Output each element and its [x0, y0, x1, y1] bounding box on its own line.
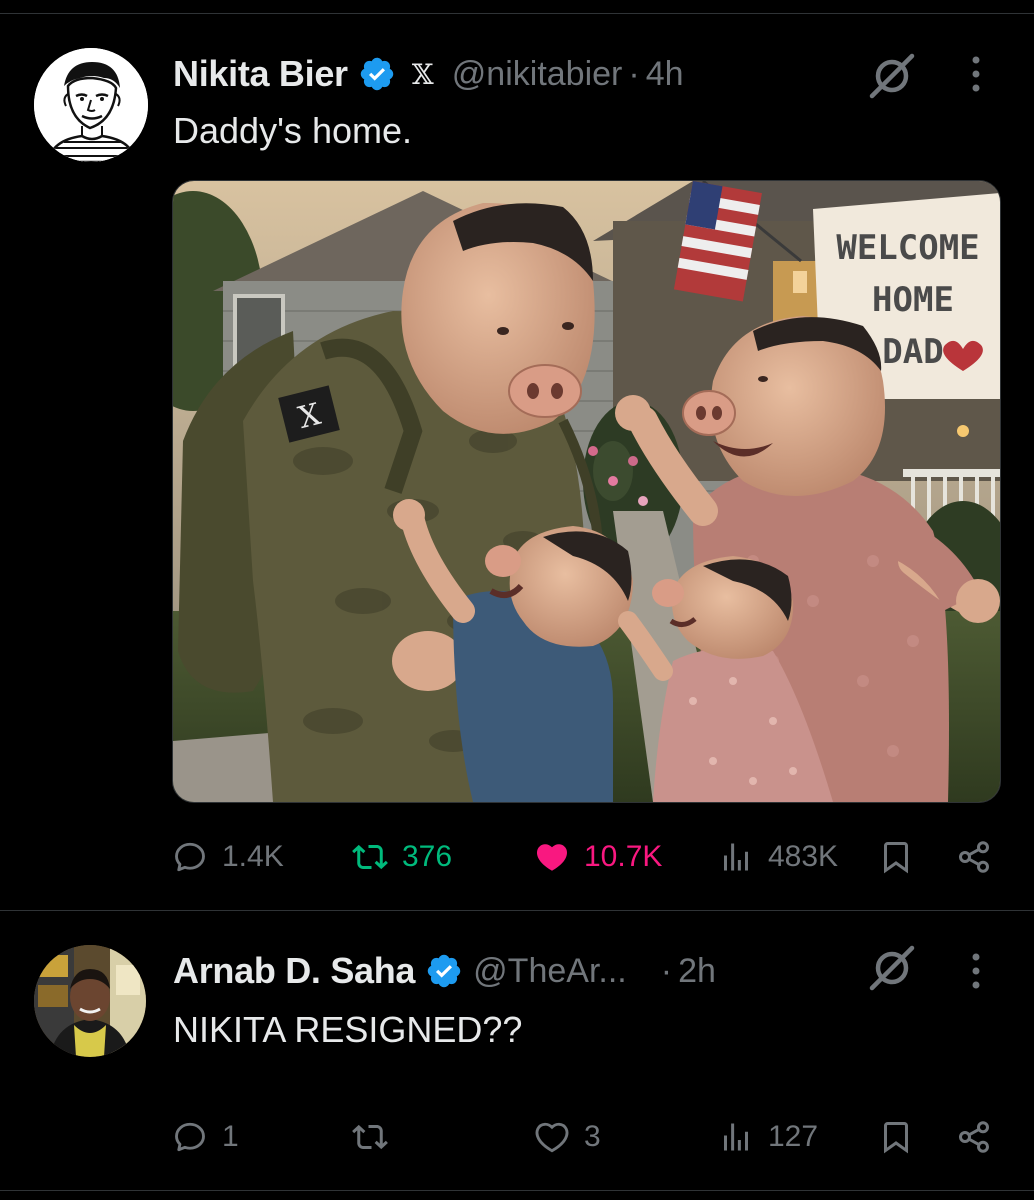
views-button[interactable]: 483K — [718, 832, 838, 882]
banner-line-2: HOME — [872, 280, 954, 320]
grok-icon[interactable] — [868, 944, 916, 992]
separator-dot: · — [660, 951, 673, 990]
tweet-actions: 1 3 127 — [0, 1112, 1034, 1162]
banner-line-3: DAD — [882, 332, 943, 372]
repost-button[interactable]: 376 — [352, 832, 452, 882]
grok-icon[interactable] — [868, 52, 916, 100]
avatar[interactable] — [34, 48, 148, 162]
verified-badge-icon[interactable] — [425, 952, 463, 990]
like-button[interactable]: 10.7K — [534, 832, 662, 882]
timestamp[interactable]: 4h — [646, 55, 684, 94]
timestamp[interactable]: 2h — [678, 952, 716, 991]
reply-button[interactable]: 1.4K — [172, 832, 284, 882]
views-chart-icon — [724, 1123, 748, 1151]
tweet-text: Daddy's home. — [173, 110, 412, 151]
tweet[interactable]: Nikita Bier 𝕏 @nikitabier · 4h Daddy's h… — [0, 0, 1034, 910]
bookmark-icon — [884, 1122, 908, 1154]
like-button[interactable]: 3 — [534, 1112, 601, 1162]
share-icon — [959, 841, 989, 873]
reply-count: 1 — [222, 1120, 239, 1153]
bottom-divider — [0, 1190, 1034, 1191]
repost-count: 376 — [402, 840, 453, 873]
verified-badge-icon[interactable] — [358, 55, 396, 93]
avatar[interactable] — [34, 945, 146, 1057]
tweet-header: Nikita Bier 𝕏 @nikitabier · 4h — [173, 52, 684, 96]
share-button[interactable] — [956, 1112, 992, 1162]
reply-count: 1.4K — [222, 840, 284, 873]
like-count: 10.7K — [584, 840, 663, 873]
tweet-media-image[interactable]: WELCOME HOME DAD X — [172, 180, 1001, 803]
repost-icon — [352, 1124, 388, 1150]
reply-icon — [175, 842, 205, 872]
banner-line-1: WELCOME — [836, 228, 979, 268]
repost-icon — [352, 844, 388, 870]
bookmark-icon — [884, 842, 908, 874]
share-button[interactable] — [956, 832, 992, 882]
views-count: 127 — [768, 1120, 819, 1153]
sketch-portrait-avatar-icon — [34, 48, 148, 162]
reply-icon — [175, 1122, 205, 1152]
views-chart-icon — [724, 843, 748, 871]
views-count: 483K — [768, 840, 839, 873]
author-handle[interactable]: @nikitabier — [452, 55, 623, 94]
heart-filled-icon — [536, 844, 568, 871]
author-handle[interactable]: @TheAr... — [473, 952, 627, 991]
pig-family-homecoming-image: WELCOME HOME DAD X — [173, 181, 1000, 802]
bookmark-button[interactable] — [878, 832, 914, 882]
tweet[interactable]: Arnab D. Saha @TheAr... · 2h NIKITA RESI… — [0, 911, 1034, 1190]
more-options-icon[interactable] — [970, 54, 982, 94]
bookmark-button[interactable] — [878, 1112, 914, 1162]
separator-dot: · — [628, 54, 640, 93]
like-count: 3 — [584, 1120, 601, 1153]
tweet-text: NIKITA RESIGNED?? — [173, 1009, 523, 1050]
share-icon — [959, 1121, 989, 1153]
tweet-actions: 1.4K 376 10.7K 483K — [0, 832, 1034, 882]
affiliation-x-badge[interactable]: 𝕏 — [410, 58, 436, 91]
reply-button[interactable]: 1 — [172, 1112, 239, 1162]
tweet-header: Arnab D. Saha @TheAr... · 2h — [173, 949, 716, 993]
photo-avatar-icon — [34, 945, 146, 1057]
author-display-name[interactable]: Arnab D. Saha — [173, 950, 415, 992]
more-options-icon[interactable] — [970, 951, 982, 991]
views-button[interactable]: 127 — [718, 1112, 818, 1162]
repost-button[interactable] — [352, 1112, 402, 1162]
heart-outline-icon — [535, 1122, 569, 1153]
author-display-name[interactable]: Nikita Bier — [173, 53, 348, 95]
